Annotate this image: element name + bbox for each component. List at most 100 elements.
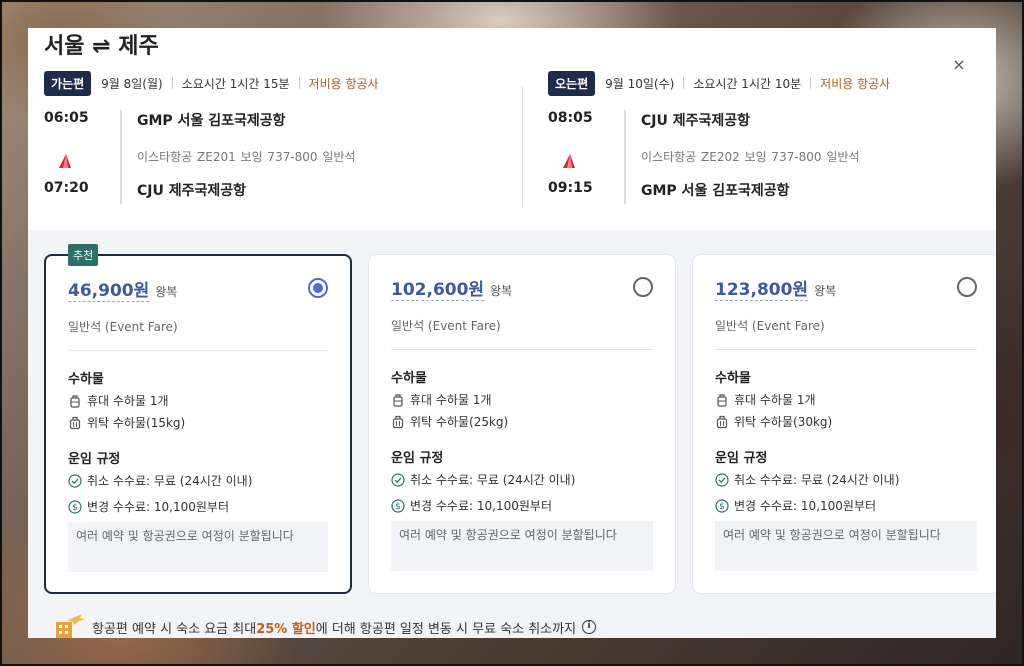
outbound-arr-airport: CJU 제주국제공항 xyxy=(137,183,247,199)
split-itinerary-note: 여러 예약 및 항공권으로 여정이 분할됩니다 xyxy=(68,522,328,572)
cancel-fee-item: 취소 수수료: 무료 (24시간 이내) xyxy=(391,471,575,488)
carry-on-bag-icon xyxy=(70,394,80,408)
outbound-flight-info: 이스타항공 ZE201 보잉 737-800 일반석 xyxy=(137,150,356,164)
rules-title: 운임 규정 xyxy=(715,451,768,466)
carry-on-bag-icon xyxy=(717,393,727,407)
carry-on-bag-icon xyxy=(393,393,403,407)
outbound-dep-airport: GMP 서울 김포국제공항 xyxy=(137,113,286,129)
checked-item: 위탁 수하물(30kg) xyxy=(715,413,832,430)
price-row: 46,900원 왕복 xyxy=(68,276,177,302)
cancel-fee-text: 취소 수수료: 무료 (24시간 이내) xyxy=(734,473,900,487)
checked-item: 위탁 수하물(15kg) xyxy=(68,414,185,431)
recommend-badge: 추천 xyxy=(68,244,99,266)
fare-price[interactable]: 46,900원 xyxy=(68,276,150,302)
fare-card[interactable]: 102,600원 왕복 일반석 (Event Fare) 수하물 휴대 수하물 … xyxy=(368,254,676,594)
fare-card[interactable]: 123,800원 왕복 일반석 (Event Fare) 수하물 휴대 수하물 … xyxy=(692,254,996,594)
svg-text:$: $ xyxy=(719,502,724,512)
flight-detail-modal: 서울 ⇌ 제주 × 가는편 9월 8일(월) 소요시간 1시간 15분 저비용 … xyxy=(28,28,996,638)
outbound-arr-time: 07:20 xyxy=(44,180,89,196)
change-fee-text: 변경 수수료: 10,100원부터 xyxy=(87,500,229,514)
fare-radio[interactable] xyxy=(308,278,328,298)
baggage-title: 수하물 xyxy=(68,372,104,387)
checked-text: 위탁 수하물(30kg) xyxy=(734,415,833,429)
cancel-fee-item: 취소 수수료: 무료 (24시간 이내) xyxy=(715,471,899,488)
divider xyxy=(683,77,685,89)
promo-text-post: 에 더해 항공편 일정 변동 시 무료 숙소 취소까지 xyxy=(315,621,577,637)
change-fee-text: 변경 수수료: 10,100원부터 xyxy=(410,499,552,513)
info-icon[interactable]: i xyxy=(582,620,597,634)
outbound-carrier-type: 저비용 항공사 xyxy=(308,76,379,91)
timeline-line xyxy=(624,110,626,204)
promo-text-pre: 항공편 예약 시 숙소 요금 최대 xyxy=(92,621,257,637)
fare-price[interactable]: 102,600원 xyxy=(391,275,485,301)
return-duration: 소요시간 1시간 10분 xyxy=(693,76,802,91)
return-leg: 오는편 9월 10일(수) 소요시간 1시간 10분 저비용 항공사 08:05… xyxy=(548,70,996,230)
return-carrier-type: 저비용 항공사 xyxy=(820,76,891,91)
checked-text: 위탁 수하물(25kg) xyxy=(410,415,509,429)
divider xyxy=(298,77,300,89)
carry-on-item: 휴대 수하물 1개 xyxy=(68,392,169,409)
outbound-leg: 가는편 9월 8일(월) 소요시간 1시간 15분 저비용 항공사 06:05 … xyxy=(44,70,504,230)
cancel-fee-text: 취소 수수료: 무료 (24시간 이내) xyxy=(87,474,253,488)
outbound-date: 9월 8일(월) xyxy=(101,76,163,91)
checked-bag-icon xyxy=(392,415,404,428)
fare-card[interactable]: 추천 46,900원 왕복 일반석 (Event Fare) 수하물 휴대 수하… xyxy=(44,244,352,594)
fare-radio[interactable] xyxy=(957,277,977,297)
svg-text:$: $ xyxy=(72,503,77,513)
airline-logo-icon xyxy=(563,154,575,168)
fare-class: 일반석 (Event Fare) xyxy=(715,319,825,333)
split-itinerary-note: 여러 예약 및 항공권으로 여정이 분할됩니다 xyxy=(391,521,653,571)
change-fee-item: $ 변경 수수료: 10,100원부터 xyxy=(68,498,229,515)
hotel-promo: 항공편 예약 시 숙소 요금 최대 25% 할인 에 더해 항공편 일정 변동 … xyxy=(52,612,597,638)
check-circle-icon xyxy=(68,473,82,488)
return-arr-time: 09:15 xyxy=(548,180,593,196)
hotel-plane-icon xyxy=(56,614,85,638)
check-circle-icon xyxy=(715,472,729,487)
outbound-times: 06:05 07:20 xyxy=(44,110,104,196)
return-badge: 오는편 xyxy=(548,70,596,96)
divider xyxy=(171,77,173,89)
divider xyxy=(68,350,328,351)
checked-text: 위탁 수하물(15kg) xyxy=(87,416,186,430)
change-fee-text: 변경 수수료: 10,100원부터 xyxy=(734,499,876,513)
price-row: 102,600원 왕복 xyxy=(391,275,512,301)
dollar-circle-icon: $ xyxy=(715,498,729,513)
outbound-dep-time: 06:05 xyxy=(44,110,89,126)
return-arr-airport: GMP 서울 김포국제공항 xyxy=(641,183,790,199)
trip-type: 왕복 xyxy=(490,284,513,298)
carry-on-text: 휴대 수하물 1개 xyxy=(87,394,169,408)
split-itinerary-note: 여러 예약 및 항공권으로 여정이 분할됩니다 xyxy=(715,521,977,571)
trip-type: 왕복 xyxy=(814,284,837,298)
rules-title: 운임 규정 xyxy=(68,452,121,467)
fare-class: 일반석 (Event Fare) xyxy=(391,319,501,333)
return-times: 08:05 09:15 xyxy=(548,110,608,196)
checked-bag-icon xyxy=(716,415,728,428)
route-title: 서울 ⇌ 제주 xyxy=(44,34,159,59)
cancel-fee-item: 취소 수수료: 무료 (24시간 이내) xyxy=(68,472,252,489)
return-date: 9월 10일(수) xyxy=(605,76,675,91)
carry-on-text: 휴대 수하물 1개 xyxy=(734,393,816,407)
svg-text:$: $ xyxy=(395,502,400,512)
rules-title: 운임 규정 xyxy=(391,451,444,466)
price-row: 123,800원 왕복 xyxy=(715,275,836,301)
fare-price[interactable]: 123,800원 xyxy=(715,275,809,301)
timeline-line xyxy=(120,110,122,204)
checked-bag-icon xyxy=(69,416,81,429)
dollar-circle-icon: $ xyxy=(68,499,82,514)
fare-options: 추천 46,900원 왕복 일반석 (Event Fare) 수하물 휴대 수하… xyxy=(28,230,996,638)
trip-type: 왕복 xyxy=(155,285,178,299)
outbound-header: 가는편 9월 8일(월) 소요시간 1시간 15분 저비용 항공사 xyxy=(44,70,504,96)
outbound-duration: 소요시간 1시간 15분 xyxy=(181,76,290,91)
divider xyxy=(391,349,653,350)
change-fee-item: $ 변경 수수료: 10,100원부터 xyxy=(391,497,552,514)
divider xyxy=(715,349,977,350)
check-circle-icon xyxy=(391,472,405,487)
return-dep-airport: CJU 제주국제공항 xyxy=(641,113,751,129)
outbound-badge: 가는편 xyxy=(44,70,92,96)
return-flight-info: 이스타항공 ZE202 보잉 737-800 일반석 xyxy=(641,150,860,164)
dollar-circle-icon: $ xyxy=(391,498,405,513)
fare-radio[interactable] xyxy=(633,277,653,297)
carry-on-item: 휴대 수하물 1개 xyxy=(715,391,816,408)
return-header: 오는편 9월 10일(수) 소요시간 1시간 10분 저비용 항공사 xyxy=(548,70,996,96)
return-dep-time: 08:05 xyxy=(548,110,593,126)
